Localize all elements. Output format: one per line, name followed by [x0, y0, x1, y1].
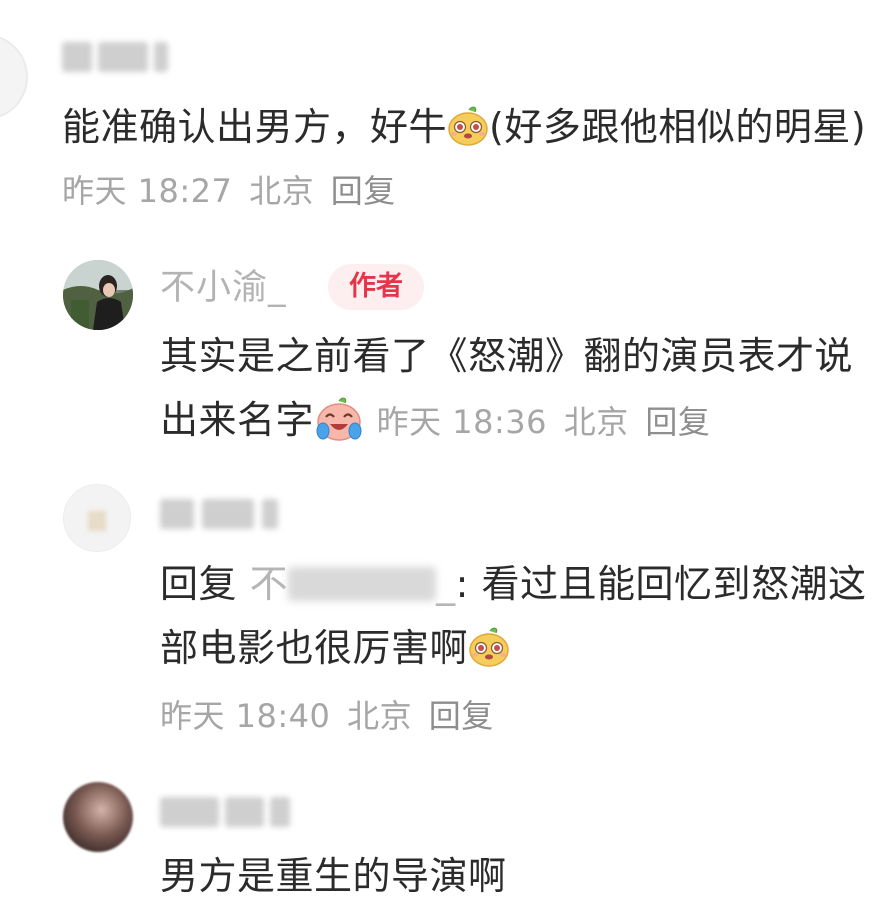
comment-body[interactable]: 能准确认出男方，好牛 (好多跟他相似的明星) 昨天 18:27 北京 回复	[62, 96, 880, 222]
reply-time: 昨天 18:40	[160, 697, 331, 735]
blurred-text	[154, 42, 168, 72]
reply-button[interactable]: 回复	[331, 172, 396, 210]
reply-location: 北京	[347, 697, 413, 735]
reply-meta: 昨天 18:40 北京 回复	[160, 694, 500, 738]
reply-username-blurred[interactable]	[160, 794, 290, 830]
comment-avatar[interactable]	[0, 34, 28, 120]
reply-prefix: 回复	[160, 562, 238, 606]
reply-meta: 昨天 18:36 北京 回复	[377, 403, 717, 441]
blurred-text	[270, 797, 290, 827]
mention-blurred[interactable]	[288, 567, 437, 601]
bear-smile-emoji-icon	[468, 622, 510, 667]
author-avatar[interactable]	[63, 260, 133, 330]
comment-text: 能准确认出男方，好牛	[62, 105, 448, 149]
blurred-text	[262, 499, 278, 529]
reply-location: 北京	[563, 403, 629, 441]
reply-text: 男方是重生的导演啊	[160, 854, 507, 898]
reply-button[interactable]: 回复	[645, 403, 710, 441]
blurred-text	[62, 42, 92, 72]
comment-text: (好多跟他相似的明星)	[489, 105, 867, 149]
comments-page: 能准确认出男方，好牛 (好多跟他相似的明星) 昨天 18:27 北京 回复 不小…	[0, 0, 892, 908]
author-username[interactable]: 不小渝_	[160, 266, 287, 310]
blurred-text	[225, 797, 265, 827]
reply-body[interactable]: 其实是之前看了《怒潮》翻的演员表才说出来名字 昨天 18:36 北京 回复	[160, 324, 870, 454]
reply-button[interactable]: 回复	[429, 697, 494, 735]
reply-body[interactable]: 男方是重生的导演啊	[160, 846, 872, 906]
comment-username-blurred[interactable]	[62, 40, 184, 74]
blurred-text	[98, 42, 148, 72]
bear-smile-emoji-icon	[447, 102, 489, 146]
blurred-text	[160, 797, 219, 827]
mention-end[interactable]: _	[436, 562, 456, 606]
reply-avatar[interactable]	[63, 484, 131, 552]
author-badge: 作者	[328, 264, 424, 310]
comment-location: 北京	[249, 172, 315, 210]
blurred-avatar-detail	[88, 511, 106, 531]
reply-body[interactable]: 回复 不 _: 看过且能回忆到怒潮这部电影也很厉害啊	[160, 552, 872, 680]
comment-meta: 昨天 18:27 北京 回复	[62, 172, 402, 210]
mention-start[interactable]: 不	[250, 562, 289, 606]
blurred-text	[160, 499, 194, 529]
laugh-cry-emoji-icon	[314, 397, 364, 443]
reply-username-blurred[interactable]	[160, 494, 300, 534]
reply-time: 昨天 18:36	[376, 403, 548, 441]
comment-time: 昨天 18:27	[62, 172, 233, 210]
blurred-text	[202, 499, 254, 529]
reply-avatar[interactable]	[63, 782, 133, 852]
